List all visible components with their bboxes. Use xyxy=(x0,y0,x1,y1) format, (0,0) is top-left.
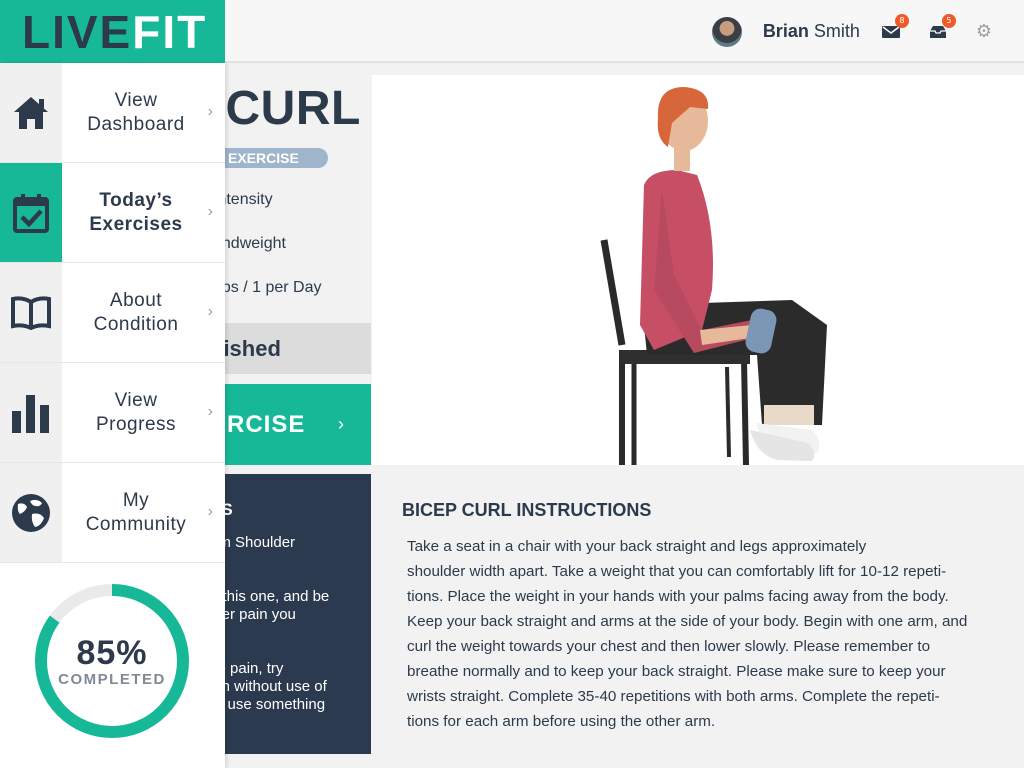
instructions-line: Keep your back straight and arms at the … xyxy=(407,613,968,630)
sidebar-icon-box xyxy=(0,463,62,562)
settings-button[interactable]: ⚙ xyxy=(976,21,992,42)
home-icon xyxy=(14,96,48,129)
user-name[interactable]: Brian Smith xyxy=(763,21,860,42)
sidebar-item-label: Today’s Exercises xyxy=(62,163,210,262)
sidebar-item-my-community[interactable]: My Community › xyxy=(0,463,225,563)
notes-line: ion without use of xyxy=(210,678,327,695)
label-line: View xyxy=(114,389,158,411)
instructions-line: tions for each arm before using the othe… xyxy=(407,713,716,730)
label-line: My xyxy=(122,489,150,511)
chevron-right-icon: › xyxy=(207,102,213,120)
chevron-right-icon: › xyxy=(207,402,213,420)
sidebar-item-label: My Community xyxy=(62,463,210,562)
notifications-badge: 5 xyxy=(941,13,956,28)
notifications-button[interactable]: 5 xyxy=(929,13,956,41)
notes-line: h this one, and be xyxy=(210,588,330,605)
label-line: Today’s xyxy=(99,189,173,211)
notes-line: or use something xyxy=(210,696,326,713)
progress-label: COMPLETED xyxy=(58,670,166,688)
label-line: Dashboard xyxy=(87,113,185,135)
instructions-line: shoulder width apart. Take a weight that… xyxy=(407,563,947,580)
label-line: Condition xyxy=(93,313,179,335)
exercise-photo xyxy=(372,75,1024,465)
instructions-line: tions. Place the weight in your hands wi… xyxy=(407,588,949,605)
sidebar-icon-box xyxy=(0,263,62,362)
side-menu: View Dashboard › Today’s Exercises › About… xyxy=(0,63,225,768)
label-line: Progress xyxy=(95,413,177,435)
messages-button[interactable]: 8 xyxy=(881,13,909,41)
instructions-text: Take a seat in a chair with your back st… xyxy=(402,534,992,734)
user-first-name: Brian xyxy=(762,21,809,41)
livefit-logo[interactable]: LIVE FIT xyxy=(0,0,225,63)
sidebar-item-label: View Dashboard xyxy=(62,63,210,162)
chevron-right-icon: › xyxy=(338,414,345,434)
instructions-line: wrists straight. Complete 35-40 repetiti… xyxy=(407,688,940,705)
woman-seated-curl-illustration xyxy=(600,87,827,465)
instructions-line: curl the weight towards your chest and t… xyxy=(407,638,931,655)
progress-text: 85% COMPLETED xyxy=(34,583,190,739)
sidebar-item-todays-exercises[interactable]: Today’s Exercises › xyxy=(0,163,225,263)
gear-icon: ⚙ xyxy=(975,21,992,41)
instructions-line: Take a seat in a chair with your back st… xyxy=(407,538,867,555)
bar-chart-icon xyxy=(12,394,49,433)
user-area: Brian Smith 8 5 ⚙ xyxy=(711,0,1024,63)
label-line: View xyxy=(114,89,158,111)
label-line: About xyxy=(109,289,163,311)
globe-icon xyxy=(12,493,50,532)
chevron-right-icon: › xyxy=(207,202,213,220)
user-last-name: Smith xyxy=(813,21,860,41)
instructions-line: breathe normally and to keep your back s… xyxy=(407,663,946,680)
calendar-check-icon xyxy=(13,193,49,233)
sidebar-item-dashboard[interactable]: View Dashboard › xyxy=(0,63,225,163)
book-icon xyxy=(11,295,51,330)
label-line: Exercises xyxy=(89,213,183,235)
sidebar-item-label: View Progress xyxy=(62,363,210,462)
sidebar-item-label: About Condition xyxy=(62,263,210,362)
avatar[interactable] xyxy=(711,16,742,47)
messages-badge: 8 xyxy=(894,13,909,28)
instructions-section: BICEP CURL INSTRUCTIONS Take a seat in a… xyxy=(402,500,992,734)
sidebar-item-about-condition[interactable]: About Condition › xyxy=(0,263,225,363)
progress-percent: 85% xyxy=(76,633,148,672)
sidebar-item-view-progress[interactable]: View Progress › xyxy=(0,363,225,463)
exercise-tag: EXERCISE xyxy=(210,148,328,168)
logo-text-fit: FIT xyxy=(132,5,208,58)
instructions-title: BICEP CURL INSTRUCTIONS xyxy=(402,500,652,520)
chevron-right-icon: › xyxy=(207,302,213,320)
detail-reps: eps / 1 per Day xyxy=(213,279,322,296)
progress-ring: 85% COMPLETED xyxy=(34,583,190,739)
sidebar-icon-box xyxy=(0,63,62,162)
label-line: Community xyxy=(85,513,187,535)
chevron-right-icon: › xyxy=(207,502,213,520)
sidebar-icon-box xyxy=(0,363,62,462)
logo-text-live: LIVE xyxy=(22,5,133,58)
sidebar-icon-box xyxy=(0,163,62,262)
